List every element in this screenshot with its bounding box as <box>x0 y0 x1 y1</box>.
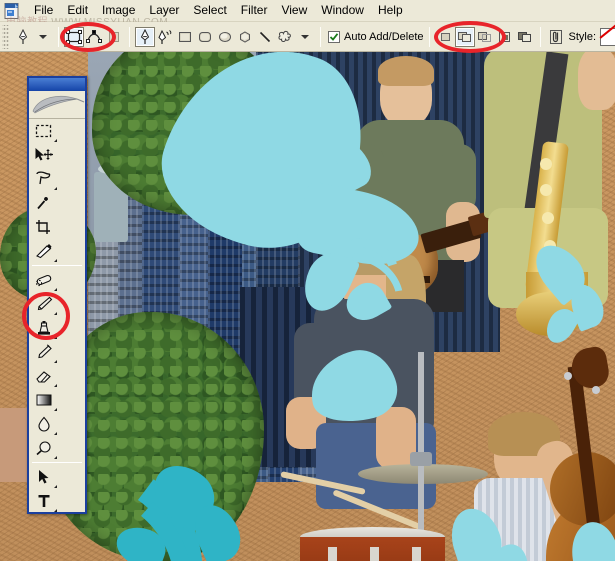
current-tool-preset-icon[interactable] <box>13 27 33 47</box>
divider <box>129 26 130 47</box>
photoshop-app-icon[interactable] <box>3 2 21 20</box>
new-shape-layer-button[interactable] <box>435 27 455 47</box>
geometry-options-chevron-down-icon[interactable] <box>301 34 309 39</box>
tool-blur[interactable] <box>29 412 58 436</box>
flyout-triangle-icon[interactable] <box>54 456 57 459</box>
tool-crop[interactable] <box>29 215 58 239</box>
layer-style-icon[interactable] <box>546 27 566 47</box>
toolbox-tool-grid <box>29 119 85 263</box>
options-bar: Auto Add/Delete Style: <box>0 22 615 52</box>
custom-shape-tool-button[interactable] <box>275 27 295 47</box>
tool-rectangular-marquee[interactable] <box>29 119 58 143</box>
flyout-triangle-icon[interactable] <box>54 312 57 315</box>
intersect-shape-areas-button[interactable] <box>495 27 515 47</box>
document-canvas[interactable] <box>0 52 615 561</box>
tool-gradient[interactable] <box>29 388 58 412</box>
pen-tool-button[interactable] <box>135 26 155 47</box>
tool-preset-chevron-down-icon[interactable] <box>39 34 47 39</box>
tool-type[interactable] <box>29 489 58 512</box>
tool-clone-stamp[interactable] <box>29 316 58 340</box>
menu-file[interactable]: File <box>27 1 60 20</box>
tool-slice[interactable] <box>29 239 58 263</box>
menu-window[interactable]: Window <box>314 1 371 20</box>
divider <box>428 26 430 47</box>
tool-brush[interactable] <box>29 292 58 316</box>
toolbox-tool-grid-retouch <box>29 268 85 460</box>
tool-eraser[interactable] <box>29 364 58 388</box>
line-tool-button[interactable] <box>255 27 275 47</box>
freeform-pen-tool-button[interactable] <box>155 27 175 47</box>
flyout-triangle-icon[interactable] <box>54 336 57 339</box>
menu-layer[interactable]: Layer <box>142 1 186 20</box>
toolbox-tool-grid-vector <box>29 465 85 514</box>
flyout-triangle-icon[interactable] <box>54 139 57 142</box>
flyout-triangle-icon[interactable] <box>54 288 57 291</box>
rounded-rectangle-tool-button[interactable] <box>195 27 215 47</box>
flyout-triangle-icon[interactable] <box>54 360 57 363</box>
flyout-triangle-icon[interactable] <box>54 485 57 488</box>
menu-edit[interactable]: Edit <box>60 1 95 20</box>
tool-path-selection[interactable] <box>29 465 58 489</box>
auto-add-delete-checkbox[interactable]: Auto Add/Delete <box>328 30 424 43</box>
rectangle-tool-button[interactable] <box>175 27 195 47</box>
toolbox-title-bar[interactable] <box>29 78 85 91</box>
divider <box>539 26 541 47</box>
tool-move[interactable] <box>29 143 58 167</box>
snare-drum <box>300 527 445 561</box>
menu-help[interactable]: Help <box>371 1 410 20</box>
flyout-triangle-icon[interactable] <box>54 384 57 387</box>
divider <box>320 26 321 47</box>
tool-healing-brush[interactable] <box>29 268 58 292</box>
flyout-triangle-icon[interactable] <box>54 187 57 190</box>
ellipse-tool-button[interactable] <box>215 27 235 47</box>
menu-image[interactable]: Image <box>95 1 142 20</box>
divider <box>58 26 59 47</box>
tool-history-brush[interactable] <box>29 340 58 364</box>
menu-select[interactable]: Select <box>186 1 233 20</box>
flyout-triangle-icon[interactable] <box>54 408 57 411</box>
photoshop-feather-logo <box>29 91 85 119</box>
style-swatch[interactable] <box>600 27 615 46</box>
cymbal-stand-clutch <box>410 452 432 466</box>
flyout-triangle-icon[interactable] <box>54 259 57 262</box>
exclude-overlapping-areas-button[interactable] <box>515 27 535 47</box>
polygon-tool-button[interactable] <box>235 27 255 47</box>
tool-pen[interactable] <box>29 513 58 514</box>
fill-pixels-button[interactable] <box>104 27 124 47</box>
tool-magic-wand[interactable] <box>29 191 58 215</box>
flyout-triangle-icon[interactable] <box>54 432 57 435</box>
auto-add-delete-label: Auto Add/Delete <box>344 30 424 43</box>
shape-layers-button[interactable] <box>64 26 84 47</box>
tool-dodge[interactable] <box>29 436 58 460</box>
menu-filter[interactable]: Filter <box>234 1 275 20</box>
paths-button[interactable] <box>84 27 104 47</box>
add-to-shape-area-button[interactable] <box>454 26 475 47</box>
menu-bar: File Edit Image Layer Select Filter View… <box>0 0 615 22</box>
tool-lasso[interactable] <box>29 167 58 191</box>
toolbox-divider <box>32 462 82 463</box>
options-bar-grip[interactable] <box>2 24 9 49</box>
style-label: Style: <box>568 30 597 43</box>
auto-add-delete-check-icon[interactable] <box>328 30 340 43</box>
subtract-from-shape-area-button[interactable] <box>475 27 495 47</box>
flyout-triangle-icon[interactable] <box>54 509 57 512</box>
photoshop-window: File Edit Image Layer Select Filter View… <box>0 0 615 561</box>
toolbox-divider <box>32 265 82 266</box>
menu-view[interactable]: View <box>274 1 314 20</box>
toolbox-palette[interactable] <box>27 76 87 514</box>
